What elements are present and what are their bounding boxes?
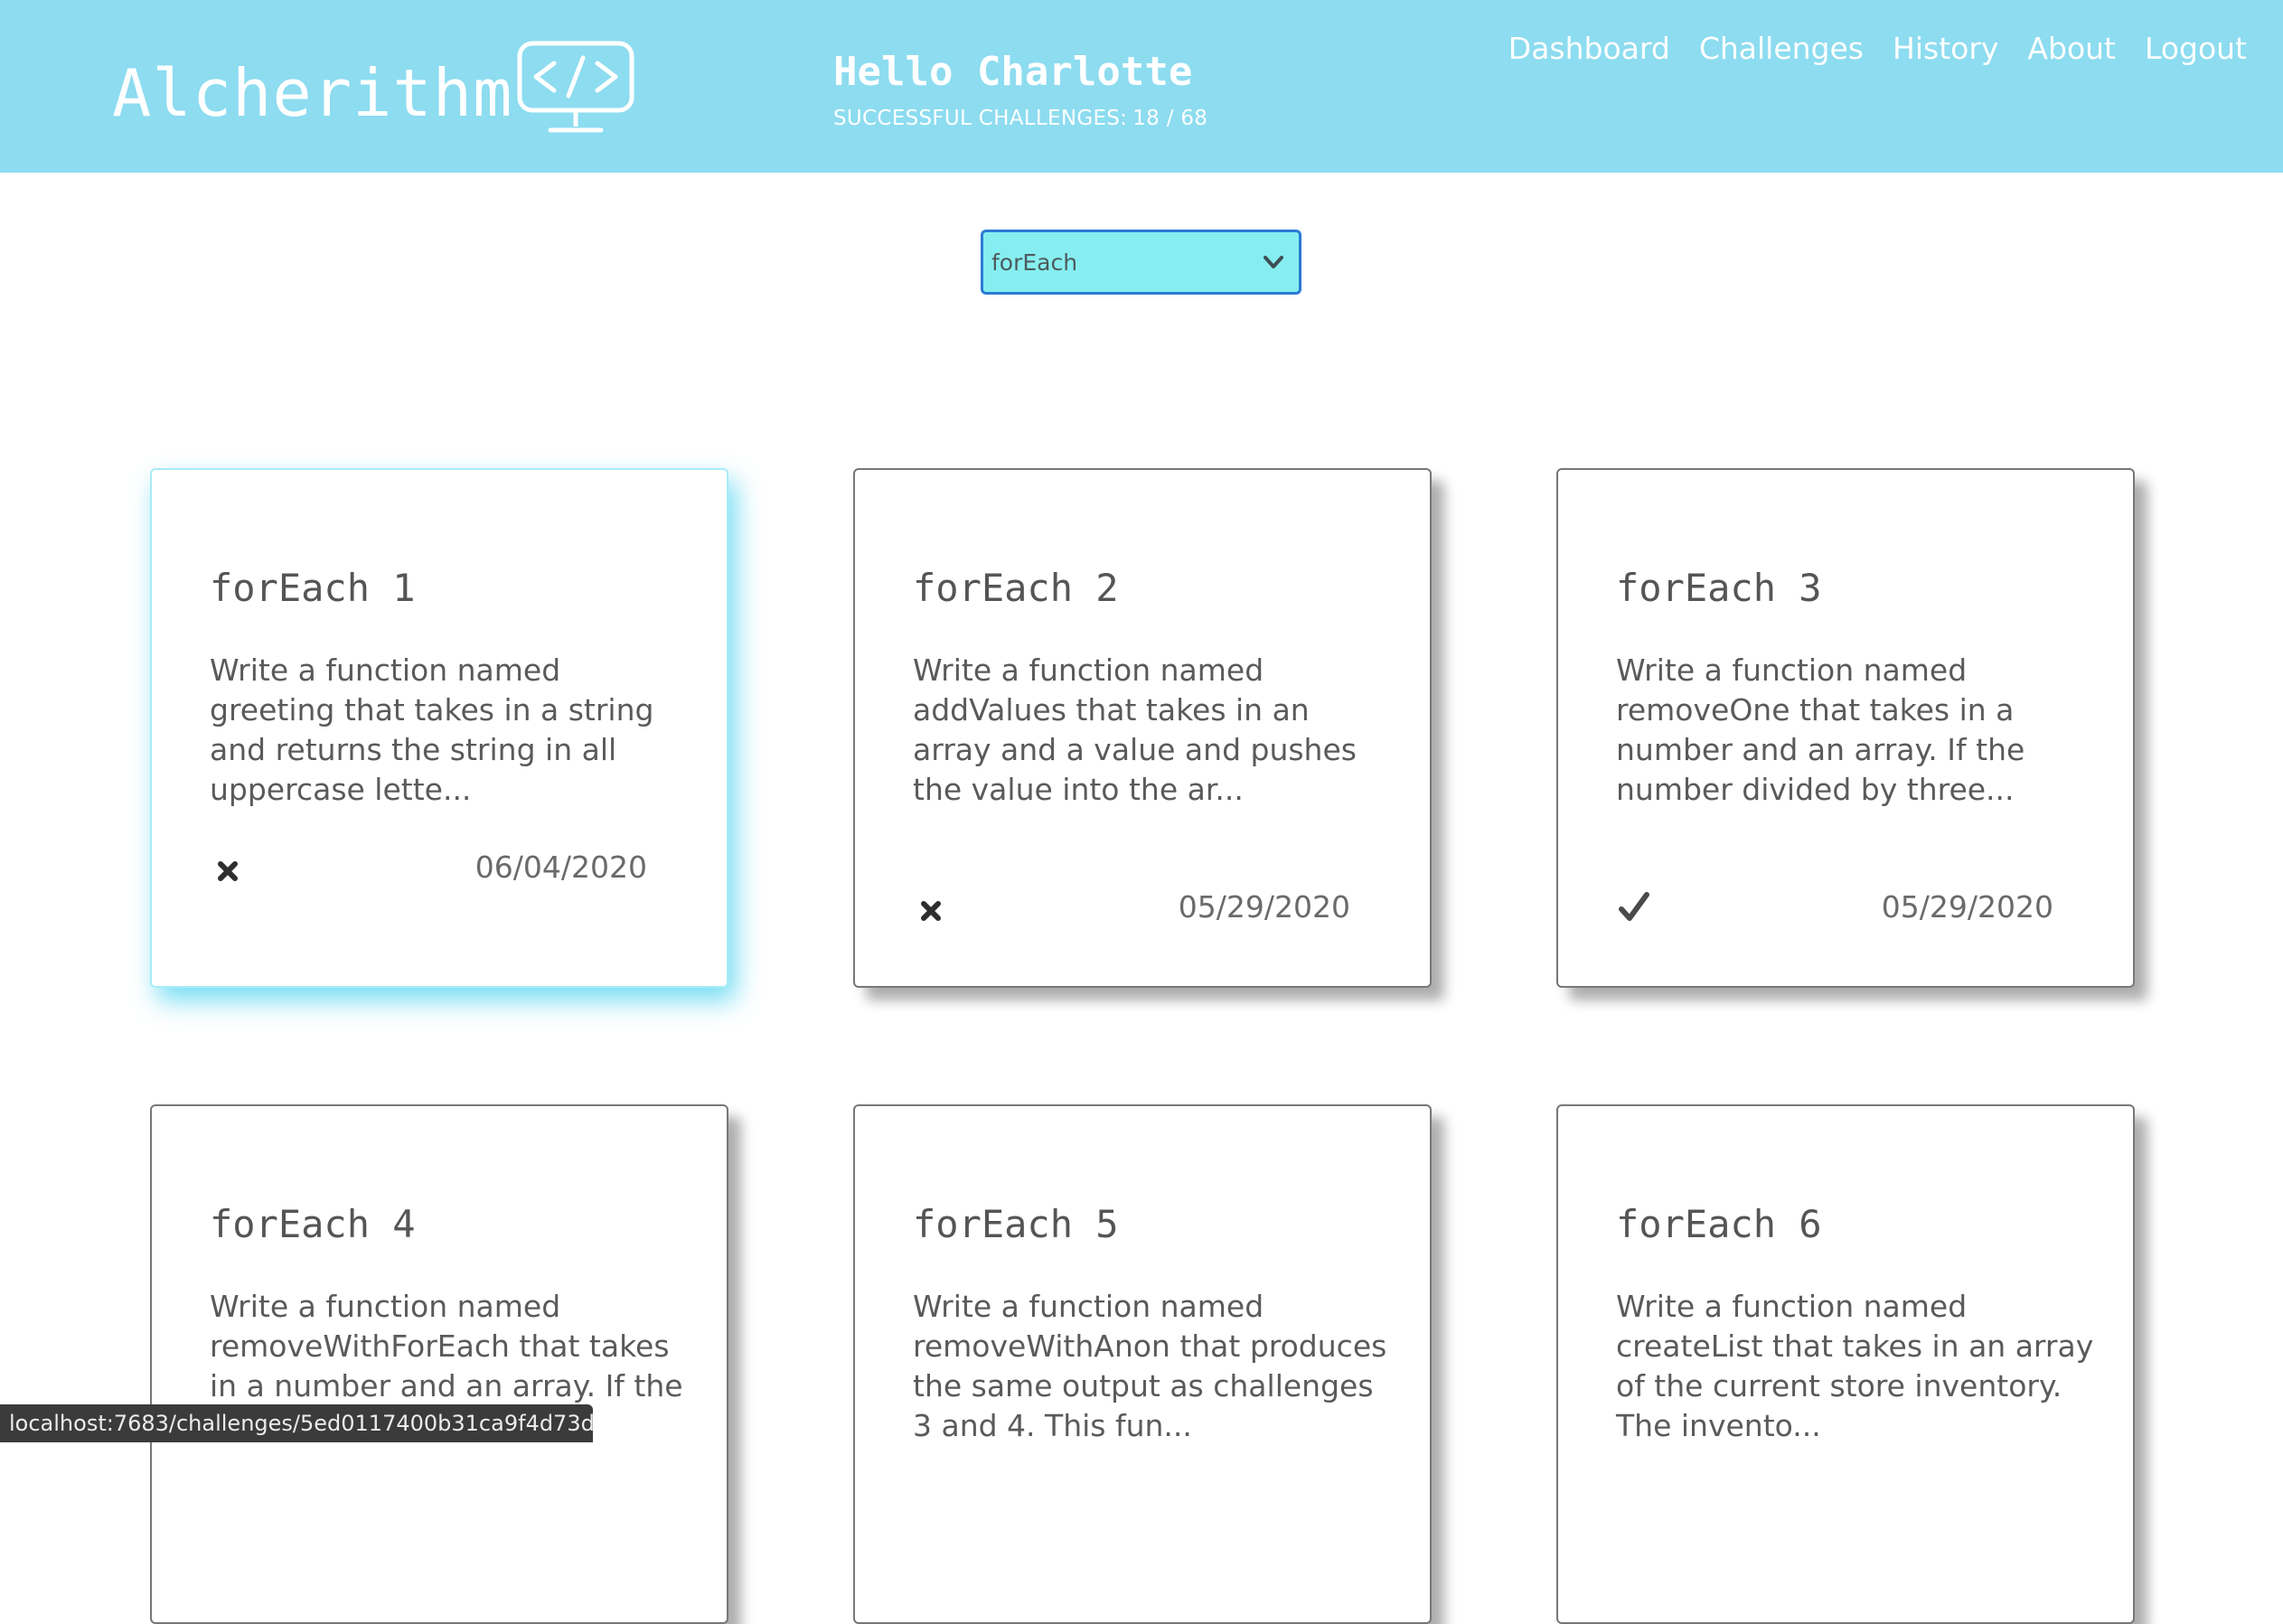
challenge-description: Write a function named addValues that ta… [913, 652, 1357, 807]
challenge-title: forEach 6 [1616, 1202, 1822, 1246]
nav-history[interactable]: History [1893, 29, 1998, 69]
category-select[interactable]: forEach [981, 230, 1301, 295]
challenge-date: 06/04/2020 [474, 850, 647, 885]
category-select-value: forEach [991, 249, 1078, 276]
nav-challenges[interactable]: Challenges [1699, 29, 1864, 69]
challenge-title: forEach 5 [913, 1202, 1119, 1246]
challenge-description: Write a function named removeWithAnon th… [913, 1289, 1387, 1443]
main-nav: Dashboard Challenges History About Logou… [1508, 29, 2247, 69]
code-monitor-icon [517, 41, 634, 133]
user-greeting: Hello Charlotte [833, 49, 1193, 95]
challenge-card[interactable]: forEach 5 Write a function named removeW… [853, 1104, 1432, 1624]
challenge-title: forEach 3 [1616, 566, 1822, 610]
app-header: Alcherithm Hello Charlotte SUCCESSFUL CH… [0, 0, 2283, 173]
challenge-card[interactable]: forEach 2 Write a function named addValu… [853, 468, 1432, 988]
challenge-title: forEach 1 [210, 566, 416, 610]
app-logo-text[interactable]: Alcherithm [112, 52, 512, 134]
challenge-description: Write a function named removeOne that ta… [1616, 652, 2025, 807]
challenge-card[interactable]: forEach 6 Write a function named createL… [1556, 1104, 2135, 1624]
checkmark-icon [1619, 892, 1649, 921]
cross-icon [218, 861, 238, 881]
score-label: SUCCESSFUL CHALLENGES: [833, 107, 1128, 130]
score-line: SUCCESSFUL CHALLENGES: 18 / 68 [833, 105, 1213, 132]
challenge-description: Write a function named removeWithForEach… [210, 1289, 683, 1403]
challenge-title: forEach 4 [210, 1202, 416, 1246]
challenge-date: 05/29/2020 [1178, 889, 1350, 925]
challenge-description: Write a function named greeting that tak… [210, 652, 654, 807]
challenge-card[interactable]: forEach 3 Write a function named removeO… [1556, 468, 2135, 988]
challenge-card[interactable]: forEach 4 Write a function named removeW… [150, 1104, 728, 1624]
link-status-bar: localhost:7683/challenges/5ed0117400b31c… [0, 1404, 593, 1442]
nav-dashboard[interactable]: Dashboard [1508, 29, 1670, 69]
nav-about[interactable]: About [2027, 29, 2116, 69]
cross-icon [921, 901, 941, 921]
challenge-card[interactable]: forEach 1 Write a function named greetin… [150, 468, 728, 988]
nav-logout[interactable]: Logout [2145, 29, 2247, 69]
score-value: 18 / 68 [1132, 107, 1208, 130]
challenge-title: forEach 2 [913, 566, 1119, 610]
chevron-down-icon [1264, 256, 1283, 268]
challenge-date: 05/29/2020 [1881, 889, 2053, 925]
challenge-description: Write a function named createList that t… [1616, 1289, 2094, 1443]
